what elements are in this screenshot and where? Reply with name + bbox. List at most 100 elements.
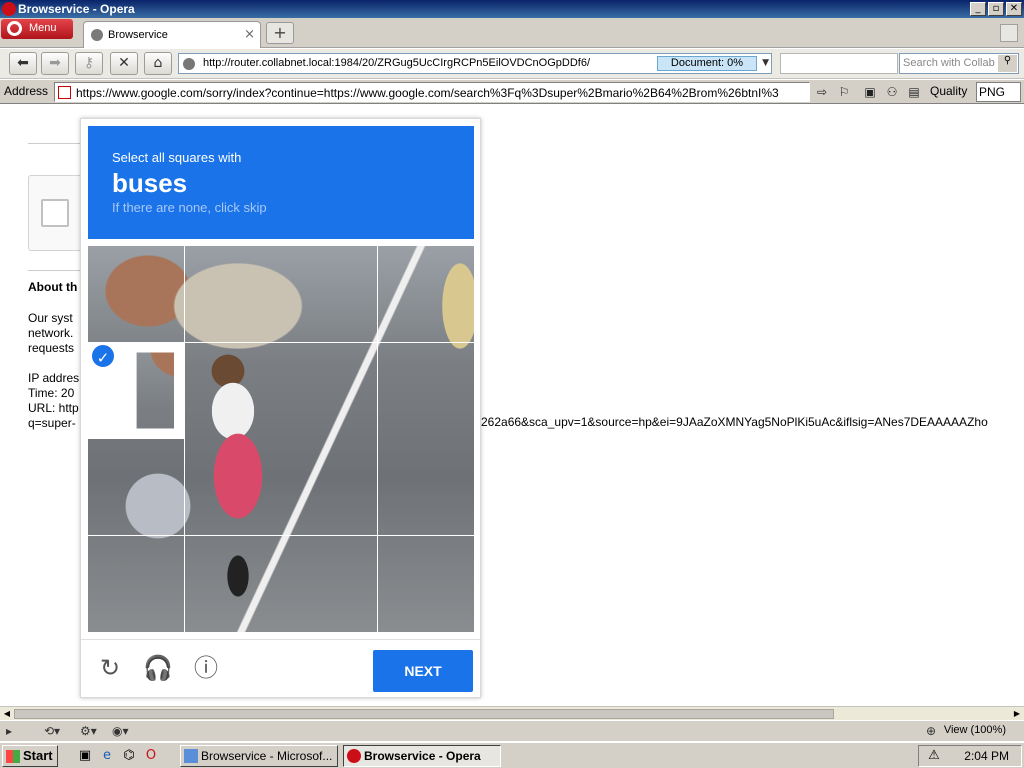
divider: [28, 270, 80, 271]
quality-value: PNG: [979, 85, 1006, 99]
document-progress: Document: 0%: [657, 56, 757, 71]
address-field[interactable]: https://www.google.com/sorry/index?conti…: [54, 82, 810, 102]
back-button[interactable]: ⬅: [9, 52, 37, 75]
scroll-thumb[interactable]: [14, 709, 834, 719]
tile-image: [184, 246, 281, 342]
tab-bar: Menu Browservice × +: [0, 18, 1024, 48]
ie-icon[interactable]: e: [98, 747, 116, 765]
sync-icon[interactable]: ⟲▾: [44, 724, 60, 739]
trash-icon[interactable]: [1000, 24, 1018, 42]
search-icon[interactable]: ⚲: [998, 55, 1017, 72]
info-icon[interactable]: ⓘ: [191, 653, 221, 683]
zoom-level[interactable]: View (100%): [944, 724, 1006, 736]
tile-image: [136, 352, 174, 429]
go-arrow-icon[interactable]: ⇨: [814, 84, 830, 100]
speed-dial-preview: [780, 53, 898, 74]
task-button-opera[interactable]: Browservice - Opera: [343, 745, 501, 767]
grid-tile[interactable]: [377, 246, 474, 342]
grid-tile[interactable]: [377, 342, 474, 439]
address-toolbar: Address https://www.google.com/sorry/ind…: [0, 80, 1024, 104]
tile-image: [184, 535, 281, 632]
grid-tile[interactable]: [88, 439, 184, 535]
search-placeholder: Search with Collab: [903, 57, 995, 69]
url-tail-text: 262a66&sca_upv=1&source=hp&ei=9JAaZoXMNY…: [481, 415, 988, 429]
scroll-right-icon[interactable]: ▶: [1011, 708, 1023, 720]
grid-tile[interactable]: [377, 439, 474, 535]
grid-tile[interactable]: [88, 535, 184, 632]
tile-image: [184, 439, 281, 535]
grid-tile[interactable]: [281, 246, 377, 342]
network-icon[interactable]: ⌬: [120, 747, 138, 765]
search-field[interactable]: Search with Collab ⚲: [899, 53, 1019, 74]
clipboard-icon[interactable]: ▤: [906, 84, 922, 100]
start-label: Start: [23, 748, 53, 763]
grid-tile[interactable]: [281, 535, 377, 632]
quality-select[interactable]: PNG: [976, 82, 1021, 102]
bookmark-icon[interactable]: ⚐: [836, 84, 852, 100]
close-window-button[interactable]: ✕: [1006, 2, 1022, 16]
about-heading: About th: [28, 280, 78, 294]
challenge-instruction: Select all squares with: [112, 150, 242, 165]
info-line: IP addres: [28, 371, 80, 385]
body-line: network.: [28, 326, 74, 340]
stop-button[interactable]: ✕: [110, 52, 138, 75]
body-line: Our syst: [28, 311, 73, 325]
audio-challenge-icon[interactable]: 🎧: [143, 653, 173, 683]
tray-alert-icon[interactable]: ⚠: [925, 747, 943, 765]
url-text: http://router.collabnet.local:1984/20/ZR…: [203, 57, 591, 69]
grid-tile[interactable]: [184, 246, 281, 342]
challenge-header: Select all squares with buses If there a…: [88, 126, 474, 239]
binoculars-icon[interactable]: ⚇: [884, 84, 900, 100]
globe-icon: [91, 29, 103, 41]
window-title: Browservice - Opera: [18, 2, 135, 16]
opera-menu-button[interactable]: Menu: [1, 19, 73, 39]
challenge-hint: If there are none, click skip: [112, 200, 267, 215]
system-tray: ⚠ 2:04 PM: [918, 745, 1022, 767]
tile-image: [88, 439, 184, 535]
address-label: Address: [4, 84, 49, 98]
recaptcha-checkbox[interactable]: [41, 199, 69, 227]
ie-task-icon: [184, 749, 198, 763]
new-tab-button[interactable]: +: [266, 22, 294, 44]
panel-toggle-icon[interactable]: ▸: [6, 724, 12, 739]
menu-label: Menu: [29, 22, 57, 34]
grid-tile[interactable]: [88, 246, 184, 342]
opera-quicklaunch-icon[interactable]: O: [142, 747, 160, 765]
home-button[interactable]: ⌂: [144, 52, 172, 75]
wand-button[interactable]: ⚷: [75, 52, 103, 75]
tile-image: [377, 342, 474, 439]
grid-tile[interactable]: [184, 439, 281, 535]
info-line: URL: http: [28, 401, 79, 415]
task-button-ie[interactable]: Browservice - Microsof...: [180, 745, 338, 767]
grid-tile[interactable]: [281, 342, 377, 439]
back-arrow-icon: ⬅: [17, 55, 29, 71]
turbo-icon[interactable]: ◉▾: [112, 724, 129, 739]
maximize-button[interactable]: ▫: [988, 2, 1004, 16]
minimize-button[interactable]: _: [970, 2, 986, 16]
grid-tile[interactable]: [184, 535, 281, 632]
start-button[interactable]: Start: [2, 745, 58, 767]
url-field[interactable]: http://router.collabnet.local:1984/20/ZR…: [178, 53, 772, 74]
url-dropdown-icon[interactable]: ▼: [762, 58, 769, 68]
tile-image: [281, 246, 377, 342]
windows-logo-icon: [6, 750, 20, 763]
tab-close-icon[interactable]: ×: [244, 27, 255, 42]
forward-button[interactable]: ➡: [41, 52, 69, 75]
horizontal-scrollbar[interactable]: ◀ ▶: [0, 706, 1024, 720]
key-icon: ⚷: [83, 55, 95, 71]
window-titlebar: Browservice - Opera _ ▫ ✕: [0, 0, 1024, 18]
security-warning-icon: [58, 86, 71, 99]
find-icon[interactable]: ▣: [862, 84, 878, 100]
next-button[interactable]: NEXT: [373, 650, 473, 692]
tab-browservice[interactable]: Browservice ×: [83, 21, 261, 48]
grid-tile[interactable]: [281, 439, 377, 535]
unite-icon[interactable]: ⚙▾: [80, 724, 97, 739]
body-line: requests: [28, 341, 75, 355]
reload-icon[interactable]: ↻: [95, 653, 125, 683]
scroll-left-icon[interactable]: ◀: [1, 708, 13, 720]
grid-tile[interactable]: [184, 342, 281, 439]
tile-image: [377, 246, 474, 342]
zoom-icon[interactable]: ⊕: [926, 724, 936, 739]
show-desktop-icon[interactable]: ▣: [76, 747, 94, 765]
grid-tile[interactable]: [377, 535, 474, 632]
